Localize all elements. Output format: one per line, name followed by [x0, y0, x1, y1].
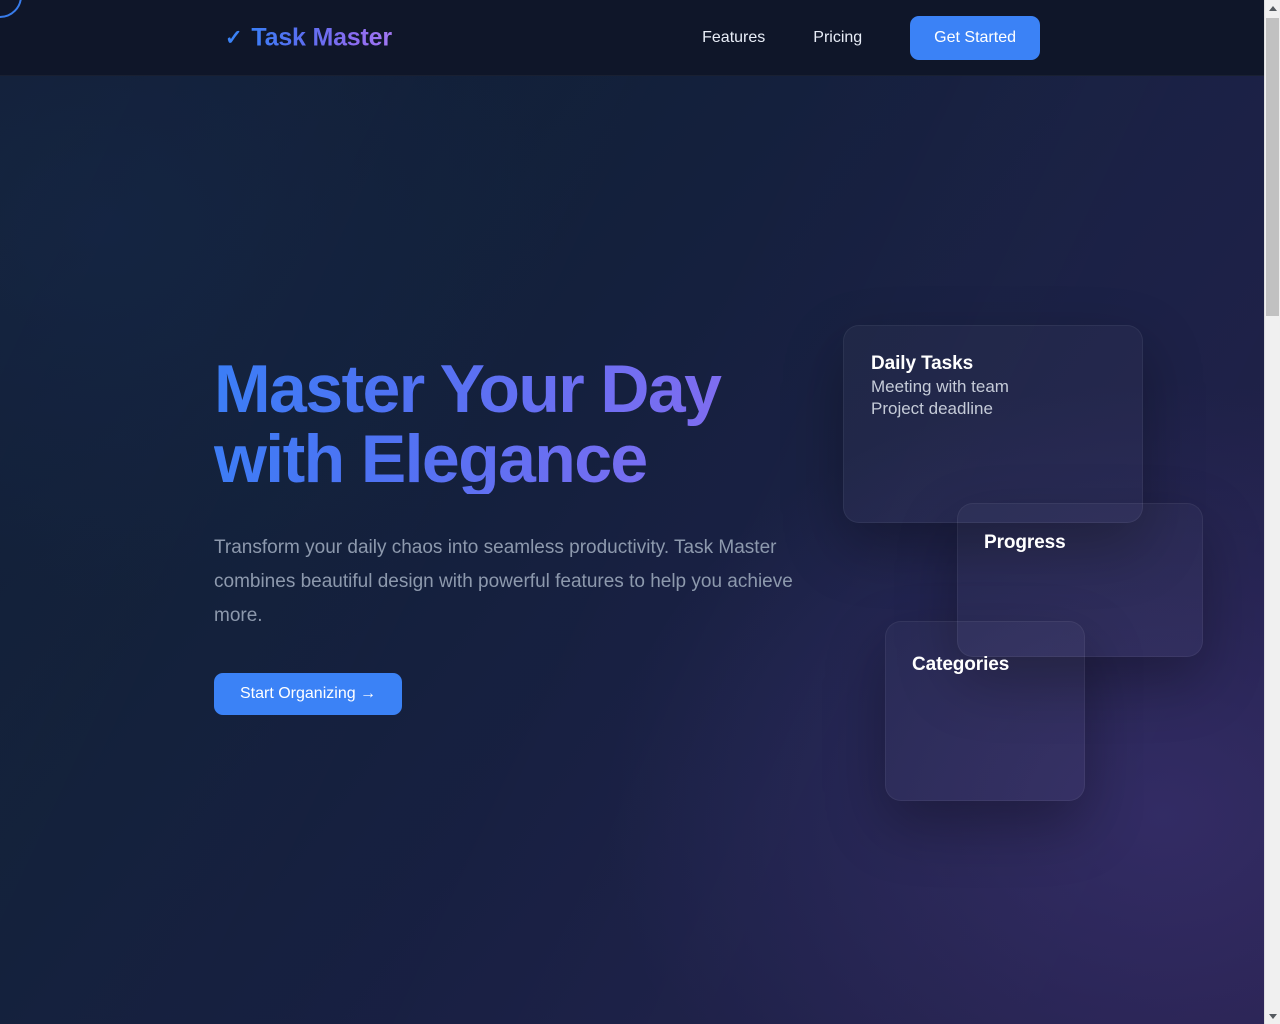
card-inner: Categories: [886, 622, 1084, 708]
hero-copy: Master Your Day with Elegance Transform …: [214, 354, 814, 716]
get-started-button[interactable]: Get Started: [910, 15, 1040, 60]
card-daily-tasks[interactable]: Daily Tasks Meeting with team Project de…: [843, 325, 1143, 523]
scroll-down-arrow-icon[interactable]: [1265, 1008, 1280, 1024]
hero-section: Master Your Day with Elegance Transform …: [0, 76, 1264, 1024]
arrow-glyph: [1268, 1013, 1277, 1019]
page-root: ✓ Task Master Features Pricing Get Start…: [0, 0, 1280, 1024]
scrollbar-thumb[interactable]: [1266, 18, 1279, 316]
card-title: Categories: [912, 654, 1010, 675]
arrow-glyph: [1268, 5, 1277, 11]
main-nav: Features Pricing Get Started: [686, 15, 1040, 60]
check-icon: ✓: [225, 26, 243, 49]
hero-subtitle: Transform your daily chaos into seamless…: [214, 537, 793, 627]
card-inner: Daily Tasks Meeting with team Project de…: [844, 326, 1142, 446]
card-task-item: Project deadline: [871, 399, 993, 418]
browser-viewport: ✓ Task Master Features Pricing Get Start…: [0, 0, 1264, 1024]
scroll-up-arrow-icon[interactable]: [1265, 0, 1280, 16]
card-categories[interactable]: Categories: [885, 621, 1085, 801]
nav-link-features[interactable]: Features: [686, 23, 781, 53]
page-title: Master Your Day with Elegance: [214, 354, 814, 494]
card-inner: Progress: [958, 504, 1202, 582]
card-title: Daily Tasks: [871, 353, 974, 374]
card-task-item: Meeting with team: [871, 377, 1009, 396]
site-header: ✓ Task Master Features Pricing Get Start…: [0, 0, 1264, 76]
nav-link-pricing[interactable]: Pricing: [797, 23, 878, 53]
vertical-scrollbar[interactable]: [1264, 0, 1280, 1024]
card-title: Progress: [984, 532, 1066, 553]
brand-name: Task Master: [251, 23, 392, 51]
brand-logo[interactable]: ✓ Task Master: [225, 23, 392, 52]
start-organizing-button[interactable]: Start Organizing →: [214, 673, 403, 716]
